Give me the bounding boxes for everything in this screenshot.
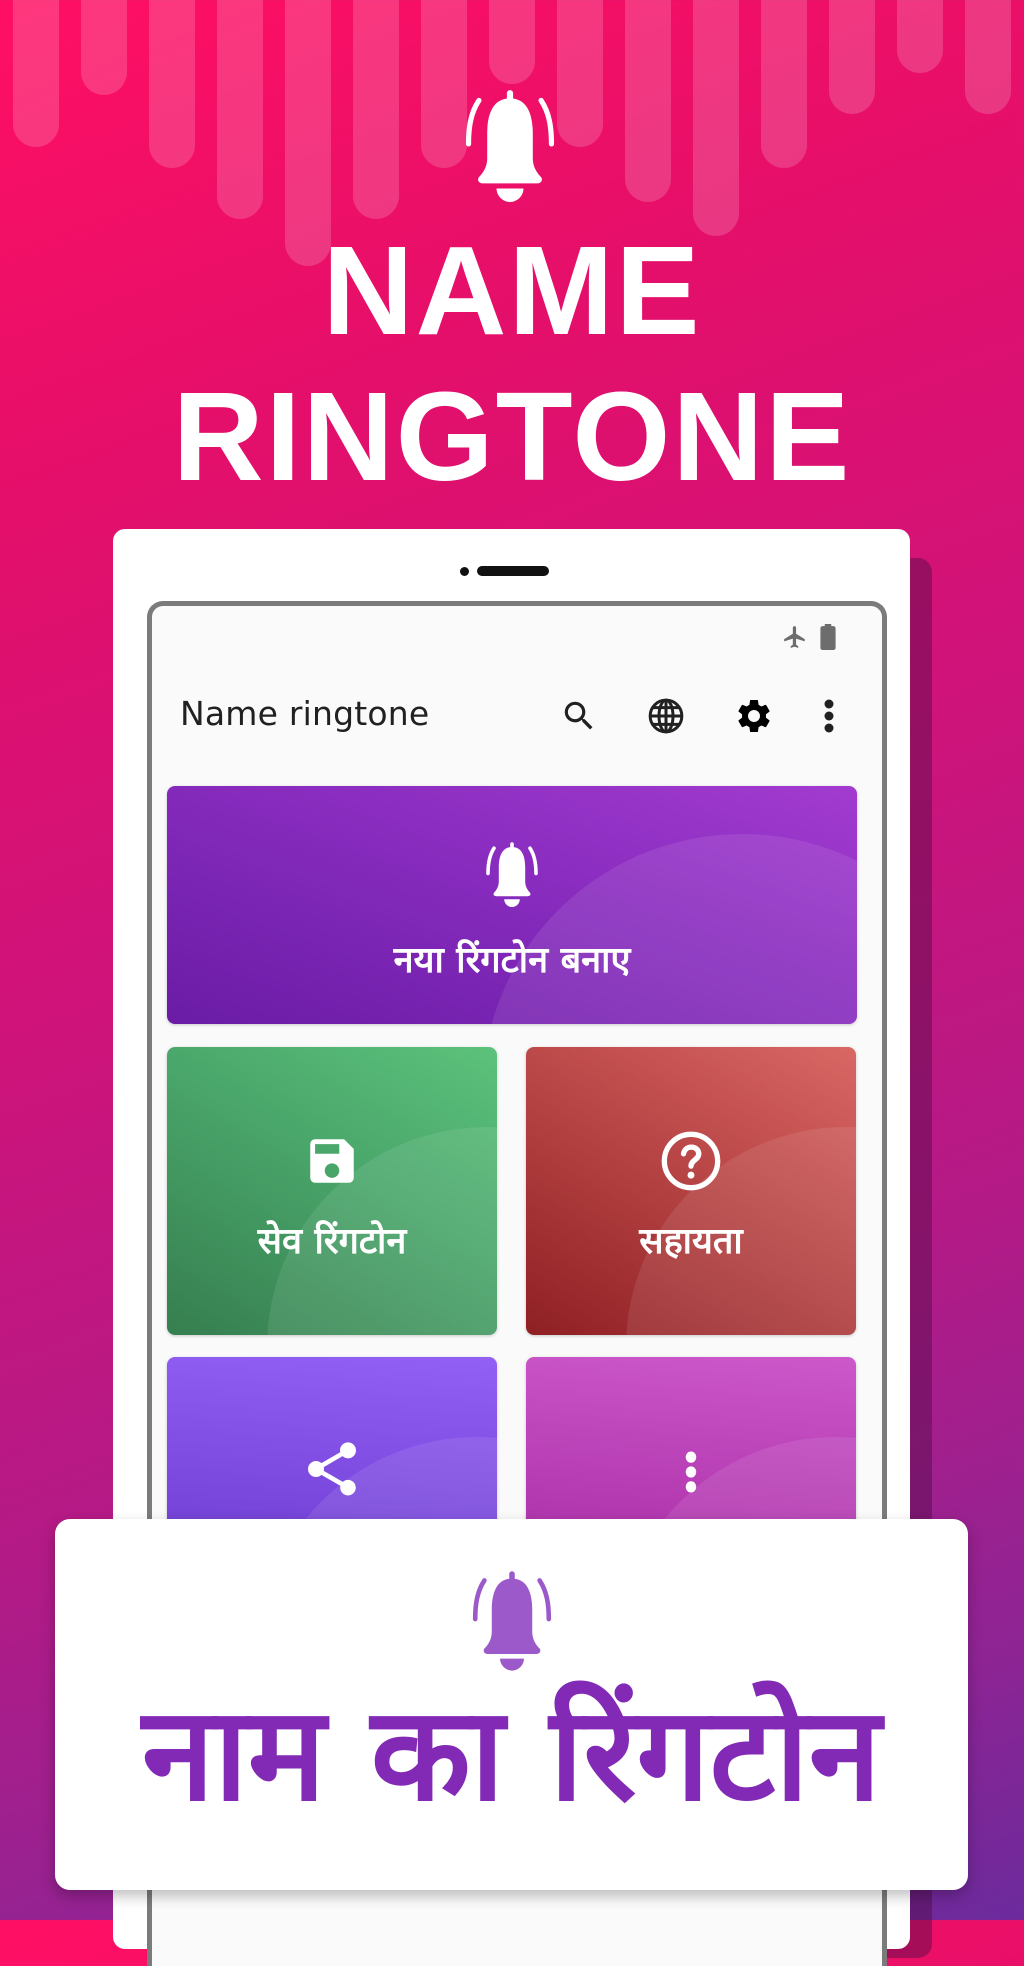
language-button[interactable] — [646, 696, 686, 736]
saved-ringtones-tile[interactable]: सेव रिंगटोन — [167, 1047, 497, 1335]
bell-ringing-icon — [472, 1571, 552, 1671]
more-vert-icon — [685, 1451, 697, 1493]
search-icon — [564, 701, 593, 730]
hero-title-line-1: NAME — [322, 220, 702, 361]
create-ringtone-tile[interactable]: नया रिंगटोन बनाए — [167, 786, 857, 1024]
bell-ringing-icon — [465, 90, 555, 202]
phone-camera — [460, 567, 469, 576]
help-circle-icon — [661, 1131, 721, 1191]
decorative-drip — [149, 0, 195, 168]
help-label: सहायता — [639, 1221, 743, 1262]
decorative-drip — [829, 0, 875, 114]
decorative-drip — [13, 0, 59, 147]
decorative-drip — [625, 0, 671, 202]
create-ringtone-label: नया रिंगटोन बनाए — [393, 940, 631, 981]
help-tile[interactable]: सहायता — [526, 1047, 856, 1335]
decorative-drip — [557, 0, 603, 147]
decorative-drip — [217, 0, 263, 219]
decorative-drip — [693, 0, 739, 236]
more-options-button[interactable] — [809, 696, 849, 736]
phone-speaker — [477, 566, 549, 576]
decorative-drip — [81, 0, 127, 95]
status-bar — [782, 624, 836, 650]
decorative-drip — [965, 0, 1011, 114]
battery-icon — [820, 624, 836, 650]
hero-title: NAME RINGTONE — [0, 218, 1024, 510]
decorative-drip — [761, 0, 807, 168]
decorative-drip — [489, 0, 535, 84]
airplane-mode-icon — [784, 626, 805, 648]
decorative-drip — [897, 0, 943, 73]
hero-title-line-2: RINGTONE — [172, 366, 852, 507]
search-button[interactable] — [559, 696, 599, 736]
app-bar: Name ringtone — [152, 676, 882, 748]
settings-button[interactable] — [734, 696, 774, 736]
saved-ringtones-label: सेव रिंगटोन — [257, 1221, 407, 1262]
bell-ringing-icon — [486, 842, 538, 907]
gear-icon — [738, 700, 770, 732]
globe-icon — [648, 698, 684, 734]
share-icon — [308, 1442, 356, 1496]
save-icon — [310, 1139, 354, 1183]
app-title: Name ringtone — [180, 694, 430, 733]
promo-card: नाम का रिंगटोन — [55, 1519, 968, 1890]
more-vert-icon — [824, 699, 834, 733]
decorative-drip — [353, 0, 399, 219]
promo-title: नाम का रिंगटोन — [142, 1678, 881, 1830]
